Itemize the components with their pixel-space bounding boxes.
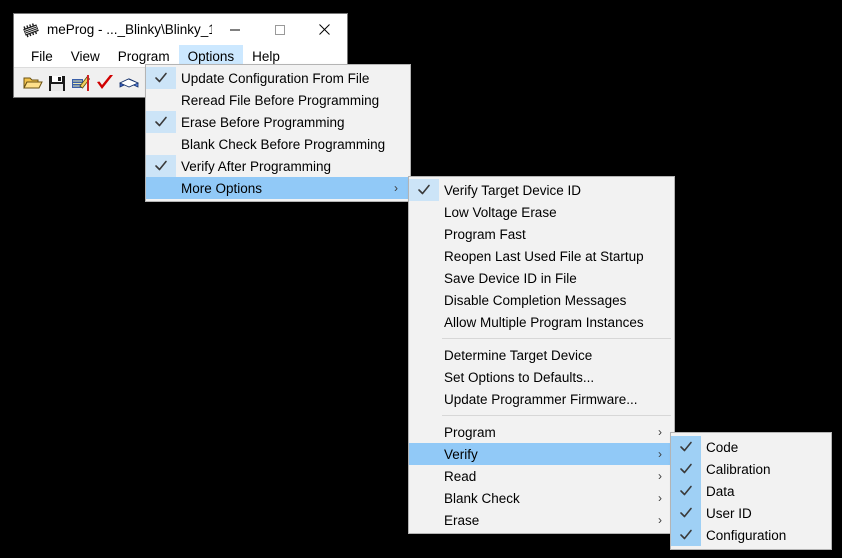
menubar-item-file[interactable]: File	[22, 45, 62, 67]
menu-item-label: Update Configuration From File	[181, 70, 370, 86]
menu-item-label: Save Device ID in File	[444, 270, 577, 286]
menu-item-label: User ID	[706, 505, 752, 521]
read-device-icon[interactable]	[118, 72, 140, 94]
menu-item-label: Erase	[444, 512, 480, 528]
check-icon	[671, 436, 701, 458]
check-slot	[409, 267, 439, 289]
menu-item-data[interactable]: Data	[671, 480, 831, 502]
menu-item-user-id[interactable]: User ID	[671, 502, 831, 524]
menu-item-label: Reopen Last Used File at Startup	[444, 248, 644, 264]
close-button[interactable]	[302, 14, 347, 45]
menu-item-label: Read	[444, 468, 477, 484]
menu-more-options: Verify Target Device ID Low Voltage Eras…	[408, 176, 675, 534]
check-icon	[671, 458, 701, 480]
check-slot	[409, 421, 439, 443]
menu-item-label: Allow Multiple Program Instances	[444, 314, 644, 330]
window-controls	[212, 14, 347, 45]
menu-item-reread-file-before-programming[interactable]: Reread File Before Programming	[146, 89, 410, 111]
menu-item-reopen-last-used-file-at-startup[interactable]: Reopen Last Used File at Startup	[409, 245, 674, 267]
menu-item-label: Blank Check	[444, 490, 520, 506]
check-slot	[409, 509, 439, 531]
menu-item-calibration[interactable]: Calibration	[671, 458, 831, 480]
menu-item-label: Data	[706, 483, 735, 499]
menu-item-label: Verify Target Device ID	[444, 182, 582, 198]
maximize-button[interactable]	[257, 14, 302, 45]
menu-item-more-options[interactable]: More Options ›	[146, 177, 410, 199]
menu-item-label: Blank Check Before Programming	[181, 136, 386, 152]
check-slot	[409, 344, 439, 366]
menu-item-configuration[interactable]: Configuration	[671, 524, 831, 546]
check-icon	[146, 111, 176, 133]
check-slot	[409, 443, 439, 465]
menu-item-program[interactable]: Program ›	[409, 421, 674, 443]
check-icon	[671, 524, 701, 546]
program-device-icon[interactable]	[70, 72, 92, 94]
menu-item-save-device-id-in-file[interactable]: Save Device ID in File	[409, 267, 674, 289]
menu-item-code[interactable]: Code	[671, 436, 831, 458]
check-slot	[409, 223, 439, 245]
menu-item-label: More Options	[181, 180, 263, 196]
menu-item-verify-target-device-id[interactable]: Verify Target Device ID	[409, 179, 674, 201]
menu-item-verify[interactable]: Verify ›	[409, 443, 674, 465]
check-icon	[671, 502, 701, 524]
menu-item-label: Determine Target Device	[444, 347, 593, 363]
check-slot	[409, 487, 439, 509]
check-slot	[409, 311, 439, 333]
save-file-icon[interactable]	[46, 72, 68, 94]
check-slot	[409, 289, 439, 311]
check-slot	[409, 388, 439, 410]
menu-verify: Code Calibration Data User ID Configurat…	[670, 432, 832, 550]
chip-icon	[21, 20, 41, 40]
menu-options: Update Configuration From File Reread Fi…	[145, 64, 411, 202]
menu-item-label: Calibration	[706, 461, 771, 477]
menu-item-label: Configuration	[706, 527, 787, 543]
menu-item-erase[interactable]: Erase ›	[409, 509, 674, 531]
menu-item-verify-after-programming[interactable]: Verify After Programming	[146, 155, 410, 177]
check-icon	[409, 179, 439, 201]
menu-item-label: Set Options to Defaults...	[444, 369, 595, 385]
open-file-icon[interactable]	[22, 72, 44, 94]
menu-item-label: Reread File Before Programming	[181, 92, 380, 108]
check-slot	[409, 366, 439, 388]
menubar-item-view[interactable]: View	[62, 45, 109, 67]
menu-item-disable-completion-messages[interactable]: Disable Completion Messages	[409, 289, 674, 311]
menu-item-blank-check[interactable]: Blank Check ›	[409, 487, 674, 509]
menu-item-update-configuration-from-file[interactable]: Update Configuration From File	[146, 67, 410, 89]
menu-item-label: Program Fast	[444, 226, 526, 242]
menu-item-set-options-to-defaults[interactable]: Set Options to Defaults...	[409, 366, 674, 388]
menu-item-determine-target-device[interactable]: Determine Target Device	[409, 344, 674, 366]
check-icon	[146, 67, 176, 89]
check-slot	[146, 133, 176, 155]
check-slot	[146, 177, 176, 199]
menu-item-low-voltage-erase[interactable]: Low Voltage Erase	[409, 201, 674, 223]
check-slot	[409, 465, 439, 487]
verify-check-icon[interactable]	[94, 72, 116, 94]
menu-item-label: Code	[706, 439, 739, 455]
menu-item-label: Low Voltage Erase	[444, 204, 557, 220]
check-icon	[671, 480, 701, 502]
menu-item-label: Program	[444, 424, 496, 440]
menu-item-blank-check-before-programming[interactable]: Blank Check Before Programming	[146, 133, 410, 155]
menu-item-read[interactable]: Read ›	[409, 465, 674, 487]
menu-item-label: Verify	[444, 446, 478, 462]
check-icon	[146, 155, 176, 177]
menu-item-allow-multiple-program-instances[interactable]: Allow Multiple Program Instances	[409, 311, 674, 333]
check-slot	[146, 89, 176, 111]
menu-item-update-programmer-firmware[interactable]: Update Programmer Firmware...	[409, 388, 674, 410]
menu-separator	[442, 338, 671, 339]
menu-item-label: Erase Before Programming	[181, 114, 345, 130]
minimize-button[interactable]	[212, 14, 257, 45]
menu-item-program-fast[interactable]: Program Fast	[409, 223, 674, 245]
check-slot	[409, 201, 439, 223]
window-title: meProg - ..._Blinky\Blinky_16F...	[47, 22, 212, 37]
menu-item-label: Disable Completion Messages	[444, 292, 627, 308]
menu-item-erase-before-programming[interactable]: Erase Before Programming	[146, 111, 410, 133]
menu-separator	[442, 415, 671, 416]
menu-item-label: Update Programmer Firmware...	[444, 391, 638, 407]
title-bar[interactable]: meProg - ..._Blinky\Blinky_16F...	[14, 14, 347, 45]
check-slot	[409, 245, 439, 267]
menu-item-label: Verify After Programming	[181, 158, 332, 174]
